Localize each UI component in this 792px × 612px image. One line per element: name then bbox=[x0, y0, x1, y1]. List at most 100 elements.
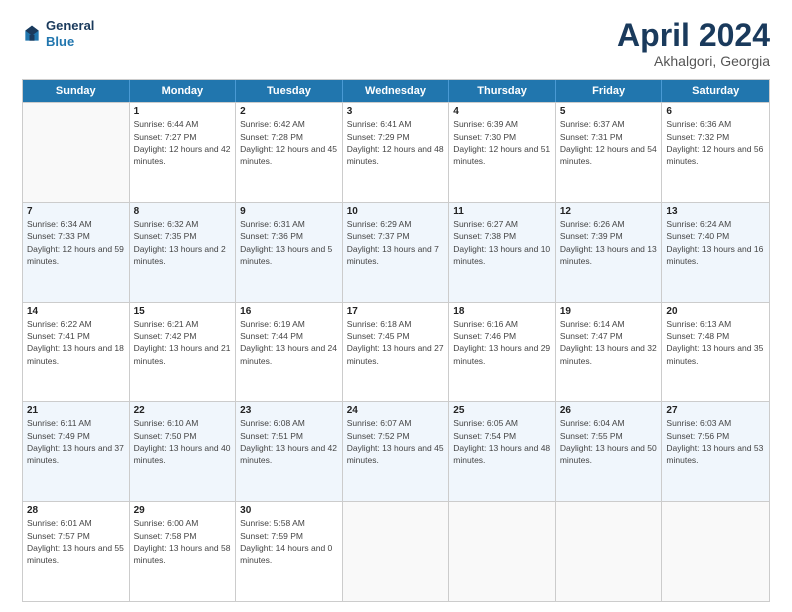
weekday-header: Wednesday bbox=[343, 80, 450, 102]
day-info: Sunrise: 6:19 AMSunset: 7:44 PMDaylight:… bbox=[240, 318, 338, 367]
calendar-cell: 29Sunrise: 6:00 AMSunset: 7:58 PMDayligh… bbox=[130, 502, 237, 601]
day-number: 22 bbox=[134, 405, 232, 416]
calendar-cell: 5Sunrise: 6:37 AMSunset: 7:31 PMDaylight… bbox=[556, 103, 663, 202]
day-info: Sunrise: 6:41 AMSunset: 7:29 PMDaylight:… bbox=[347, 118, 445, 167]
calendar-cell bbox=[449, 502, 556, 601]
calendar-cell: 23Sunrise: 6:08 AMSunset: 7:51 PMDayligh… bbox=[236, 402, 343, 501]
calendar-cell: 8Sunrise: 6:32 AMSunset: 7:35 PMDaylight… bbox=[130, 203, 237, 302]
calendar-cell: 26Sunrise: 6:04 AMSunset: 7:55 PMDayligh… bbox=[556, 402, 663, 501]
day-number: 19 bbox=[560, 306, 658, 317]
day-info: Sunrise: 6:13 AMSunset: 7:48 PMDaylight:… bbox=[666, 318, 765, 367]
calendar-cell: 9Sunrise: 6:31 AMSunset: 7:36 PMDaylight… bbox=[236, 203, 343, 302]
logo-general: General bbox=[46, 18, 94, 34]
day-info: Sunrise: 6:01 AMSunset: 7:57 PMDaylight:… bbox=[27, 517, 125, 566]
calendar-cell: 21Sunrise: 6:11 AMSunset: 7:49 PMDayligh… bbox=[23, 402, 130, 501]
day-number: 30 bbox=[240, 505, 338, 516]
weekday-header: Saturday bbox=[662, 80, 769, 102]
day-number: 2 bbox=[240, 106, 338, 117]
day-info: Sunrise: 6:16 AMSunset: 7:46 PMDaylight:… bbox=[453, 318, 551, 367]
day-info: Sunrise: 6:08 AMSunset: 7:51 PMDaylight:… bbox=[240, 417, 338, 466]
day-number: 23 bbox=[240, 405, 338, 416]
day-info: Sunrise: 6:34 AMSunset: 7:33 PMDaylight:… bbox=[27, 218, 125, 267]
calendar-cell: 10Sunrise: 6:29 AMSunset: 7:37 PMDayligh… bbox=[343, 203, 450, 302]
day-number: 27 bbox=[666, 405, 765, 416]
calendar-row: 1Sunrise: 6:44 AMSunset: 7:27 PMDaylight… bbox=[23, 102, 769, 202]
calendar-row: 21Sunrise: 6:11 AMSunset: 7:49 PMDayligh… bbox=[23, 401, 769, 501]
calendar-cell: 16Sunrise: 6:19 AMSunset: 7:44 PMDayligh… bbox=[236, 303, 343, 402]
calendar-cell: 27Sunrise: 6:03 AMSunset: 7:56 PMDayligh… bbox=[662, 402, 769, 501]
day-number: 3 bbox=[347, 106, 445, 117]
day-number: 26 bbox=[560, 405, 658, 416]
calendar-cell: 7Sunrise: 6:34 AMSunset: 7:33 PMDaylight… bbox=[23, 203, 130, 302]
page: General Blue April 2024 Akhalgori, Georg… bbox=[0, 0, 792, 612]
day-number: 18 bbox=[453, 306, 551, 317]
day-number: 11 bbox=[453, 206, 551, 217]
calendar-cell bbox=[556, 502, 663, 601]
day-number: 28 bbox=[27, 505, 125, 516]
day-info: Sunrise: 6:24 AMSunset: 7:40 PMDaylight:… bbox=[666, 218, 765, 267]
day-info: Sunrise: 5:58 AMSunset: 7:59 PMDaylight:… bbox=[240, 517, 338, 566]
calendar-subtitle: Akhalgori, Georgia bbox=[617, 53, 770, 69]
day-info: Sunrise: 6:36 AMSunset: 7:32 PMDaylight:… bbox=[666, 118, 765, 167]
calendar-cell: 25Sunrise: 6:05 AMSunset: 7:54 PMDayligh… bbox=[449, 402, 556, 501]
calendar-cell: 24Sunrise: 6:07 AMSunset: 7:52 PMDayligh… bbox=[343, 402, 450, 501]
calendar-cell: 28Sunrise: 6:01 AMSunset: 7:57 PMDayligh… bbox=[23, 502, 130, 601]
calendar-cell: 19Sunrise: 6:14 AMSunset: 7:47 PMDayligh… bbox=[556, 303, 663, 402]
calendar: SundayMondayTuesdayWednesdayThursdayFrid… bbox=[22, 79, 770, 602]
day-info: Sunrise: 6:32 AMSunset: 7:35 PMDaylight:… bbox=[134, 218, 232, 267]
calendar-body: 1Sunrise: 6:44 AMSunset: 7:27 PMDaylight… bbox=[23, 102, 769, 601]
day-info: Sunrise: 6:14 AMSunset: 7:47 PMDaylight:… bbox=[560, 318, 658, 367]
day-number: 24 bbox=[347, 405, 445, 416]
calendar-header: SundayMondayTuesdayWednesdayThursdayFrid… bbox=[23, 80, 769, 102]
day-number: 15 bbox=[134, 306, 232, 317]
day-info: Sunrise: 6:07 AMSunset: 7:52 PMDaylight:… bbox=[347, 417, 445, 466]
calendar-row: 14Sunrise: 6:22 AMSunset: 7:41 PMDayligh… bbox=[23, 302, 769, 402]
calendar-cell: 15Sunrise: 6:21 AMSunset: 7:42 PMDayligh… bbox=[130, 303, 237, 402]
day-number: 21 bbox=[27, 405, 125, 416]
title-block: April 2024 Akhalgori, Georgia bbox=[617, 18, 770, 69]
calendar-cell: 22Sunrise: 6:10 AMSunset: 7:50 PMDayligh… bbox=[130, 402, 237, 501]
day-number: 13 bbox=[666, 206, 765, 217]
day-info: Sunrise: 6:42 AMSunset: 7:28 PMDaylight:… bbox=[240, 118, 338, 167]
calendar-cell: 14Sunrise: 6:22 AMSunset: 7:41 PMDayligh… bbox=[23, 303, 130, 402]
calendar-cell: 18Sunrise: 6:16 AMSunset: 7:46 PMDayligh… bbox=[449, 303, 556, 402]
day-info: Sunrise: 6:03 AMSunset: 7:56 PMDaylight:… bbox=[666, 417, 765, 466]
weekday-header: Sunday bbox=[23, 80, 130, 102]
day-number: 7 bbox=[27, 206, 125, 217]
day-info: Sunrise: 6:18 AMSunset: 7:45 PMDaylight:… bbox=[347, 318, 445, 367]
calendar-cell: 17Sunrise: 6:18 AMSunset: 7:45 PMDayligh… bbox=[343, 303, 450, 402]
logo-text: General Blue bbox=[46, 18, 94, 49]
day-info: Sunrise: 6:37 AMSunset: 7:31 PMDaylight:… bbox=[560, 118, 658, 167]
weekday-header: Monday bbox=[130, 80, 237, 102]
day-info: Sunrise: 6:05 AMSunset: 7:54 PMDaylight:… bbox=[453, 417, 551, 466]
logo-blue: Blue bbox=[46, 34, 94, 50]
day-number: 6 bbox=[666, 106, 765, 117]
day-number: 12 bbox=[560, 206, 658, 217]
day-info: Sunrise: 6:04 AMSunset: 7:55 PMDaylight:… bbox=[560, 417, 658, 466]
calendar-title: April 2024 bbox=[617, 18, 770, 53]
calendar-cell: 11Sunrise: 6:27 AMSunset: 7:38 PMDayligh… bbox=[449, 203, 556, 302]
day-info: Sunrise: 6:22 AMSunset: 7:41 PMDaylight:… bbox=[27, 318, 125, 367]
day-info: Sunrise: 6:11 AMSunset: 7:49 PMDaylight:… bbox=[27, 417, 125, 466]
day-number: 20 bbox=[666, 306, 765, 317]
calendar-row: 28Sunrise: 6:01 AMSunset: 7:57 PMDayligh… bbox=[23, 501, 769, 601]
day-number: 5 bbox=[560, 106, 658, 117]
day-number: 14 bbox=[27, 306, 125, 317]
header: General Blue April 2024 Akhalgori, Georg… bbox=[22, 18, 770, 69]
logo-icon bbox=[22, 24, 42, 44]
calendar-cell bbox=[23, 103, 130, 202]
calendar-cell: 30Sunrise: 5:58 AMSunset: 7:59 PMDayligh… bbox=[236, 502, 343, 601]
day-info: Sunrise: 6:39 AMSunset: 7:30 PMDaylight:… bbox=[453, 118, 551, 167]
calendar-cell: 13Sunrise: 6:24 AMSunset: 7:40 PMDayligh… bbox=[662, 203, 769, 302]
day-number: 10 bbox=[347, 206, 445, 217]
calendar-cell: 4Sunrise: 6:39 AMSunset: 7:30 PMDaylight… bbox=[449, 103, 556, 202]
day-info: Sunrise: 6:26 AMSunset: 7:39 PMDaylight:… bbox=[560, 218, 658, 267]
calendar-cell: 6Sunrise: 6:36 AMSunset: 7:32 PMDaylight… bbox=[662, 103, 769, 202]
day-info: Sunrise: 6:31 AMSunset: 7:36 PMDaylight:… bbox=[240, 218, 338, 267]
day-number: 25 bbox=[453, 405, 551, 416]
calendar-cell: 2Sunrise: 6:42 AMSunset: 7:28 PMDaylight… bbox=[236, 103, 343, 202]
day-info: Sunrise: 6:29 AMSunset: 7:37 PMDaylight:… bbox=[347, 218, 445, 267]
day-number: 29 bbox=[134, 505, 232, 516]
day-number: 9 bbox=[240, 206, 338, 217]
calendar-cell: 20Sunrise: 6:13 AMSunset: 7:48 PMDayligh… bbox=[662, 303, 769, 402]
